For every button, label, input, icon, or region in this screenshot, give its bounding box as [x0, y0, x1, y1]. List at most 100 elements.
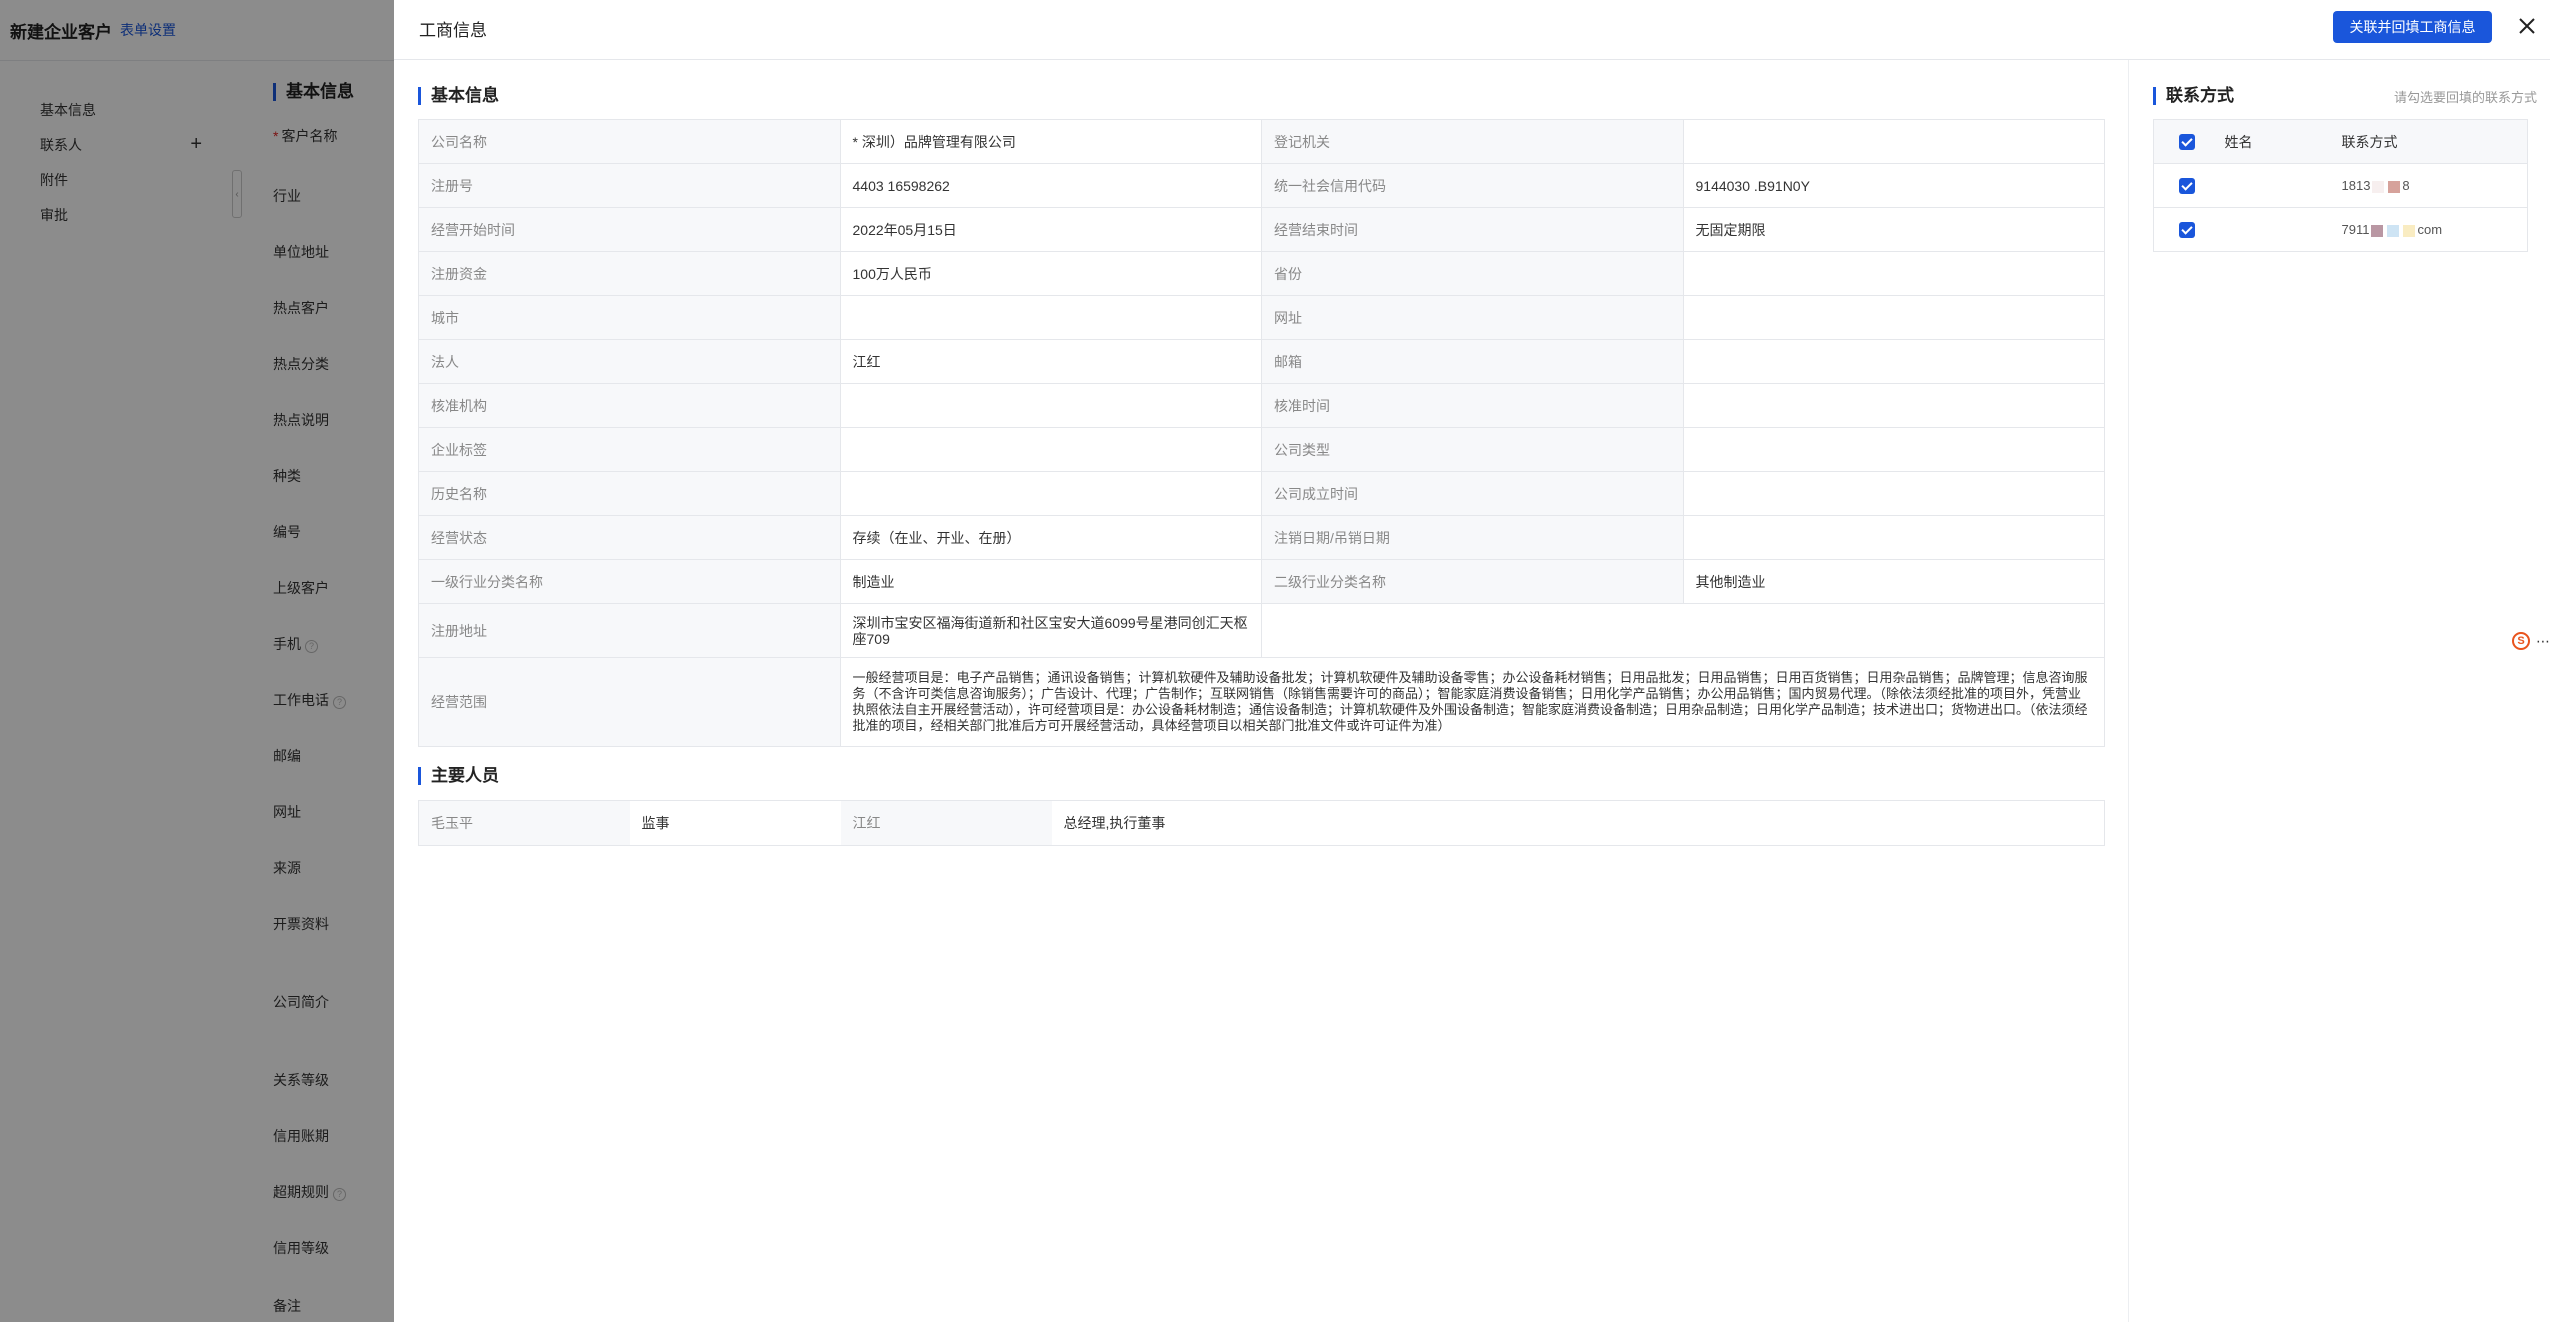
field-value — [1682, 339, 2105, 384]
table-row: 经营开始时间 2022年05月15日 经营结束时间 无固定期限 — [418, 207, 2105, 252]
field-label: 企业标签 — [418, 427, 841, 472]
field-value — [1682, 251, 2105, 296]
field-value: 2022年05月15日 — [839, 207, 1262, 252]
table-row: 毛玉平 监事 江红 总经理,执行董事 — [418, 800, 2105, 846]
field-value: 9144030 .B91N0Y — [1682, 163, 2105, 208]
person-role: 监事 — [641, 815, 670, 831]
tool-label-icon: ⋯ — [2536, 632, 2550, 649]
redaction-mark — [2372, 180, 2385, 193]
name-column-header: 姓名 — [2224, 133, 2253, 150]
field-label: 一级行业分类名称 — [418, 559, 841, 604]
table-row: 注册地址 深圳市宝安区福海街道新和社区宝安大道6099号星港同创汇天枢座709 — [418, 603, 2105, 658]
table-row: 城市 网址 — [418, 295, 2105, 340]
field-label: 邮箱 — [1261, 339, 1684, 384]
field-label: 公司成立时间 — [1261, 471, 1684, 516]
field-value — [1682, 295, 2105, 340]
field-label: 二级行业分类名称 — [1261, 559, 1684, 604]
field-value: 无固定期限 — [1682, 207, 2105, 252]
field-label: 注销日期/吊销日期 — [1261, 515, 1684, 560]
redaction-mark — [2387, 224, 2400, 237]
field-value: 4403 16598262 — [839, 163, 1262, 208]
field-label: 登记机关 — [1261, 119, 1684, 164]
field-label: 网址 — [1261, 295, 1684, 340]
contact-checkbox[interactable] — [2179, 222, 2195, 239]
contact-checkbox[interactable] — [2179, 178, 2195, 195]
drawer-title: 工商信息 — [419, 21, 487, 40]
select-all-checkbox[interactable] — [2179, 134, 2195, 151]
field-label: 注册号 — [418, 163, 841, 208]
contact-value: 1813 8 — [2341, 164, 2528, 208]
field-value — [1682, 119, 2105, 164]
contact-column-header: 联系方式 — [2341, 133, 2398, 150]
drawer-divider — [2128, 60, 2129, 1322]
field-label: 经营状态 — [418, 515, 841, 560]
field-value: * 深圳）品牌管理有限公司 — [839, 119, 1262, 164]
field-label: 注册资金 — [418, 251, 841, 296]
floating-tool[interactable]: S ⋯ — [2508, 628, 2550, 654]
field-label: 注册地址 — [418, 603, 841, 658]
field-value — [1682, 383, 2105, 428]
contact-name — [2224, 164, 2341, 208]
table-row: 经营范围 一般经营项目是：电子产品销售；通讯设备销售；计算机软硬件及辅助设备批发；… — [418, 657, 2105, 747]
field-label: 法人 — [418, 339, 841, 384]
contact-name — [2224, 208, 2341, 252]
field-value: 存续（在业、开业、在册） — [839, 515, 1262, 560]
basic-info-table: 公司名称 * 深圳）品牌管理有限公司 登记机关 注册号 4403 16598262 统一社… — [418, 119, 2105, 747]
field-label: 城市 — [418, 295, 841, 340]
field-value: 江红 — [839, 339, 1262, 384]
field-label: 公司类型 — [1261, 427, 1684, 472]
field-label: 经营范围 — [418, 657, 841, 747]
field-label: 经营结束时间 — [1261, 207, 1684, 252]
field-value — [1682, 471, 2105, 516]
link-and-fill-button[interactable]: 关联并回填工商信息 — [2333, 11, 2492, 43]
table-row: 经营状态 存续（在业、开业、在册） 注销日期/吊销日期 — [418, 515, 2105, 560]
contact-hint: 请勾选要回填的联系方式 — [2394, 90, 2538, 105]
table-row: 核准机构 核准时间 — [418, 383, 2105, 428]
field-value — [839, 471, 1262, 516]
person-role: 总经理,执行董事 — [1063, 815, 1166, 831]
contact-row: 7911 com — [2153, 208, 2528, 252]
field-value: 100万人民币 — [839, 251, 1262, 296]
field-value — [1682, 515, 2105, 560]
drawer-header: 工商信息 关联并回填工商信息 — [394, 0, 2550, 60]
person-name: 毛玉平 — [418, 800, 630, 846]
table-row: 公司名称 * 深圳）品牌管理有限公司 登记机关 — [418, 119, 2105, 164]
field-label: 历史名称 — [418, 471, 841, 516]
field-label: 省份 — [1261, 251, 1684, 296]
checkbox-cell — [2154, 164, 2224, 208]
field-label: 经营开始时间 — [418, 207, 841, 252]
key-people-table: 毛玉平 监事 江红 总经理,执行董事 — [418, 800, 2105, 846]
table-row: 注册资金 100万人民币 省份 — [418, 251, 2105, 296]
contact-value-start: 1813 — [2341, 178, 2371, 193]
table-row: 一级行业分类名称 制造业 二级行业分类名称 其他制造业 — [418, 559, 2105, 604]
field-label: 公司名称 — [418, 119, 841, 164]
contact-value-end: 8 — [2402, 178, 2410, 193]
empty-cell — [1261, 603, 2105, 658]
basic-info-section-title: 基本信息 — [418, 87, 499, 105]
field-label: 核准时间 — [1261, 383, 1684, 428]
field-value: 深圳市宝安区福海街道新和社区宝安大道6099号星港同创汇天枢座709 — [839, 603, 1262, 658]
business-info-drawer: 工商信息 关联并回填工商信息 基本信息 公司名称 * 深圳）品牌管理有限公司 登记机… — [394, 0, 2550, 1322]
field-value — [839, 427, 1262, 472]
field-value — [839, 383, 1262, 428]
field-value — [839, 295, 1262, 340]
field-value: 一般经营项目是：电子产品销售；通讯设备销售；计算机软硬件及辅助设备批发；计算机软… — [839, 657, 2105, 747]
field-label: 核准机构 — [418, 383, 841, 428]
contact-value-start: 7911 — [2341, 222, 2370, 237]
person-name: 江红 — [840, 800, 1052, 846]
contact-table: 姓名 联系方式 1813 8 7911 com — [2153, 119, 2528, 252]
contact-section-title: 联系方式 — [2153, 87, 2234, 105]
key-people-section-title: 主要人员 — [418, 767, 499, 785]
table-row: 法人 江红 邮箱 — [418, 339, 2105, 384]
checkbox-cell — [2154, 208, 2224, 252]
close-icon[interactable] — [2515, 14, 2539, 38]
field-value: 制造业 — [839, 559, 1262, 604]
sogou-logo-icon[interactable]: S — [2512, 632, 2530, 650]
contact-value: 7911 com — [2341, 208, 2528, 252]
table-row: 企业标签 公司类型 — [418, 427, 2105, 472]
field-value — [1682, 427, 2105, 472]
table-row: 历史名称 公司成立时间 — [418, 471, 2105, 516]
redaction-mark — [2371, 224, 2384, 237]
field-value: 其他制造业 — [1682, 559, 2105, 604]
redaction-mark — [2403, 224, 2416, 237]
